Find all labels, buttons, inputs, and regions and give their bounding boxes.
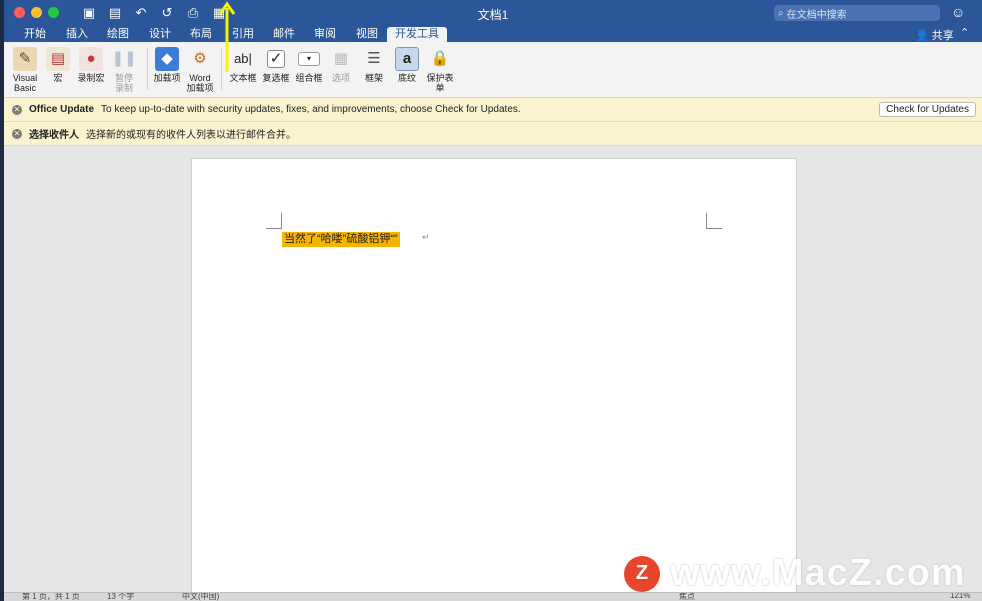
visual-basic-label: Visual Basic (12, 73, 38, 93)
tab-review[interactable]: 审阅 (312, 27, 338, 42)
update-bar-text: To keep up-to-date with security updates… (101, 104, 521, 115)
status-bar: 第 1 页，共 1 页 13 个字 中文(中国) 焦点 121% (4, 592, 982, 601)
title-bar: ▣ ▤ ↶ ↺ ⎙ ▦ 文档1 ⌕ 在文档中搜索 ☺ (4, 0, 982, 26)
frame-button[interactable]: ☰ 框架 (362, 47, 386, 83)
recipients-bar-title: 选择收件人 (29, 130, 79, 141)
word-window: ▣ ▤ ↶ ↺ ⎙ ▦ 文档1 ⌕ 在文档中搜索 ☺ 开始 插入 绘图 设计 布… (4, 0, 982, 601)
search-box[interactable]: ⌕ 在文档中搜索 (774, 5, 940, 21)
gear-icon: ⚙ (193, 50, 207, 67)
tab-mailings[interactable]: 邮件 (271, 27, 297, 42)
close-recipients-bar-icon[interactable]: ✕ (12, 128, 22, 139)
tab-draw[interactable]: 绘图 (105, 27, 131, 42)
options-icon: ▦ (333, 50, 349, 67)
check-for-updates-button[interactable]: Check for Updates (879, 102, 976, 117)
pause-icon: ❚❚ (111, 50, 137, 67)
feedback-smiley-icon[interactable]: ☺ (951, 4, 965, 20)
search-icon: ⌕ (778, 7, 784, 19)
record-macro-icon: ● (79, 47, 103, 71)
developer-ribbon: ✎ Visual Basic ▤ 宏 ● 录制宏 ❚❚ 暂停录制 ◆ 加载项 ⚙… (4, 42, 982, 98)
macro-icon: ▤ (46, 47, 70, 71)
macro-label: 宏 (53, 73, 63, 83)
close-update-bar-icon[interactable]: ✕ (12, 104, 22, 115)
text-box-label: 文本框 (229, 73, 257, 83)
shading-button[interactable]: a 底纹 (393, 47, 421, 83)
checkbox-icon: ✓ (267, 50, 285, 68)
paragraph-mark-icon: ↵ (422, 232, 430, 242)
watermark: Z www.MacZ.com (624, 552, 966, 595)
margin-mark-left (266, 213, 282, 229)
language-indicator[interactable]: 中文(中国) (182, 593, 219, 601)
word-count[interactable]: 13 个字 (107, 593, 134, 601)
word-add-ins-label: Word 加载项 (186, 73, 214, 93)
checkbox-control-button[interactable]: ✓ 复选框 (261, 47, 291, 83)
checkbox-label: 复选框 (262, 73, 290, 83)
watermark-text: www.MacZ.com (670, 552, 966, 594)
tab-home[interactable]: 开始 (22, 27, 48, 42)
page-count[interactable]: 第 1 页，共 1 页 (22, 593, 80, 601)
combo-box-control-button[interactable]: ▾ 组合框 (294, 47, 324, 83)
protect-form-button[interactable]: 🔒 保护表单 (426, 47, 454, 93)
protect-form-label: 保护表单 (426, 73, 454, 93)
shading-icon: a (395, 47, 419, 71)
share-label: 共享 (931, 30, 954, 42)
share-button[interactable]: 👤 共享 (915, 27, 954, 43)
lock-icon: 🔒 (430, 50, 450, 67)
document-canvas[interactable]: 当然了“哈喽”硫酸铝钾“” ↵ (4, 146, 982, 598)
record-macro-button[interactable]: ● 录制宏 (76, 47, 106, 83)
collapse-ribbon-icon[interactable]: ⌃ (960, 26, 969, 39)
ribbon-separator (147, 48, 148, 90)
tab-developer[interactable]: 开发工具 (387, 27, 447, 42)
options-button[interactable]: ▦ 选项 (329, 47, 353, 83)
focus-mode-button[interactable]: 焦点 (679, 593, 695, 601)
pause-recording-button[interactable]: ❚❚ 暂停录制 (111, 47, 137, 93)
add-ins-label: 加载项 (153, 73, 181, 83)
macro-button[interactable]: ▤ 宏 (46, 47, 70, 83)
pause-recording-label: 暂停录制 (114, 73, 133, 93)
zoom-level[interactable]: 121% (950, 593, 970, 600)
combo-box-label: 组合框 (295, 73, 323, 83)
word-add-ins-button[interactable]: ⚙ Word 加载项 (185, 47, 215, 93)
add-person-icon: 👤 (915, 30, 932, 42)
dropdown-icon: ▾ (298, 52, 320, 66)
cube-icon: ◆ (155, 47, 179, 71)
selected-text[interactable]: 当然了“哈喽”硫酸铝钾“” (282, 232, 400, 247)
search-placeholder: 在文档中搜索 (786, 9, 847, 21)
watermark-logo: Z (624, 555, 660, 592)
ribbon-tabs: 开始 插入 绘图 设计 布局 引用 邮件 审阅 视图 开发工具 👤 共享 ⌃ (4, 26, 982, 42)
frame-label: 框架 (364, 73, 383, 83)
tab-view[interactable]: 视图 (354, 27, 380, 42)
update-bar-title: Office Update (29, 104, 95, 115)
recipients-bar-text: 选择新的或现有的收件人列表以进行邮件合并。 (86, 130, 296, 141)
record-macro-label: 录制宏 (77, 73, 105, 83)
options-label: 选项 (331, 73, 350, 83)
margin-mark-right (706, 213, 722, 229)
shading-label: 底纹 (397, 73, 416, 83)
visual-basic-button[interactable]: ✎ Visual Basic (10, 47, 40, 93)
office-update-bar: ✕ Office Update To keep up-to-date with … (4, 98, 982, 122)
document-page[interactable]: 当然了“哈喽”硫酸铝钾“” ↵ (191, 158, 797, 598)
add-ins-button[interactable]: ◆ 加载项 (152, 47, 182, 83)
visual-basic-icon: ✎ (13, 47, 37, 71)
tab-design[interactable]: 设计 (147, 27, 173, 42)
annotation-arrow-icon (218, 1, 236, 72)
select-recipients-bar: ✕ 选择收件人 选择新的或现有的收件人列表以进行邮件合并。 (4, 122, 982, 146)
frame-icon: ☰ (367, 50, 381, 67)
tab-insert[interactable]: 插入 (64, 27, 90, 42)
tab-layout[interactable]: 布局 (188, 27, 214, 42)
